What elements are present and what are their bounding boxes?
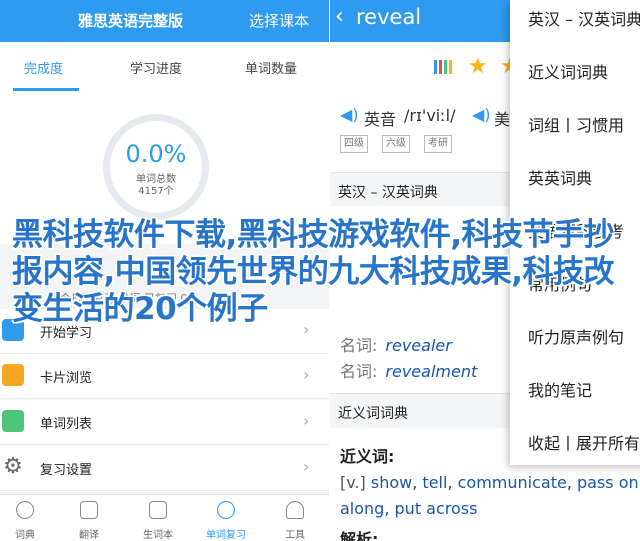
chevron-right-icon: › bbox=[303, 411, 310, 430]
nav-dictionary[interactable]: 词典 bbox=[0, 495, 50, 541]
tab-completion[interactable]: 完成度 bbox=[24, 58, 63, 77]
synonym-line: along, put across bbox=[340, 499, 478, 518]
search-icon bbox=[16, 501, 34, 519]
menu-review-settings[interactable]: ⚙ 复习设置 › bbox=[0, 446, 329, 491]
dropdown-item[interactable]: 英英词典 bbox=[528, 165, 592, 189]
menu-word-list[interactable]: 单词列表 › bbox=[0, 400, 329, 445]
gear-icon: ⚙ bbox=[2, 454, 24, 479]
user-icon bbox=[286, 501, 304, 519]
tab-progress[interactable]: 学习进度 bbox=[130, 58, 182, 77]
nav-label: 词典 bbox=[15, 530, 35, 541]
cards-icon bbox=[2, 364, 24, 386]
nav-label: 单词复习 bbox=[206, 530, 246, 541]
level-tag: 四级 bbox=[340, 135, 368, 153]
frequency-bars-icon[interactable] bbox=[434, 56, 452, 76]
menu-label: 复习设置 bbox=[40, 463, 93, 478]
synonym-word[interactable]: show bbox=[371, 473, 412, 492]
synonym-word[interactable]: communicate bbox=[458, 473, 567, 492]
back-icon[interactable]: ‹ bbox=[335, 4, 344, 29]
overlay-headline: 黑科技软件下载,黑科技游戏软件,科技节手抄报内容,中国领先世界的九大科技成果,科… bbox=[12, 217, 615, 327]
menu-card-browse[interactable]: 卡片浏览 › bbox=[0, 354, 329, 399]
dropdown-item[interactable]: 我的笔记 bbox=[528, 377, 592, 401]
synonym-word[interactable]: pass on bbox=[577, 473, 639, 492]
synonym-line: [v.] show, tell, communicate, pass on, p bbox=[340, 473, 640, 492]
clock-icon bbox=[217, 501, 235, 519]
menu-label: 单词列表 bbox=[40, 417, 93, 432]
notebook-icon bbox=[149, 501, 167, 519]
derivation-row: 名词: revealer bbox=[340, 332, 452, 356]
synonym-label: 近义词: bbox=[340, 447, 395, 466]
stats-tabs: 完成度 学习进度 单词数量 bbox=[0, 42, 329, 94]
dropdown-item[interactable]: 收起丨展开所有 bbox=[528, 430, 640, 454]
tab-word-count[interactable]: 单词数量 bbox=[245, 58, 297, 77]
study-header: 雅思英语完整版 选择课本 bbox=[0, 0, 329, 42]
list-icon bbox=[2, 410, 24, 432]
nav-label: 工具 bbox=[285, 530, 305, 541]
analysis-label: 解析: bbox=[340, 530, 379, 541]
menu-label: 卡片浏览 bbox=[40, 371, 93, 386]
dropdown-item[interactable]: 近义词词典 bbox=[528, 59, 608, 83]
derivation-word[interactable]: revealment bbox=[385, 362, 477, 381]
completion-percent: 0.0% bbox=[125, 140, 187, 168]
synonym-word[interactable]: tell bbox=[422, 473, 447, 492]
translate-icon bbox=[80, 501, 98, 519]
speaker-icon[interactable]: ◀) bbox=[340, 105, 359, 124]
nav-word-review[interactable]: 单词复习 bbox=[201, 495, 251, 541]
star-icon[interactable]: ★ bbox=[468, 54, 488, 79]
chevron-right-icon: › bbox=[303, 457, 310, 476]
derivation-row: 名词: revealment bbox=[340, 358, 477, 382]
synonym-word[interactable]: along bbox=[340, 499, 384, 518]
speaker-icon[interactable]: ◀) bbox=[472, 105, 491, 124]
derivation-word[interactable]: revealer bbox=[385, 336, 451, 355]
section-title: 近义词词典 bbox=[338, 406, 408, 422]
uk-phonetic: /rɪ'viːl/ bbox=[404, 106, 456, 125]
uk-label: 英音 bbox=[364, 110, 397, 129]
derivation-pos: 名词: bbox=[340, 336, 378, 355]
level-tag: 六级 bbox=[382, 135, 410, 153]
synonym-pos: [v.] bbox=[340, 473, 366, 492]
total-words-count: 4157个 bbox=[138, 186, 174, 197]
bottom-nav: 词典 翻译 生词本 单词复习 工具 bbox=[0, 494, 329, 541]
active-tab-indicator bbox=[13, 88, 79, 91]
synonym-word[interactable]: put across bbox=[395, 499, 478, 518]
dropdown-item[interactable]: 英汉 – 汉英词典 bbox=[528, 6, 640, 30]
headword: reveal bbox=[356, 5, 422, 29]
nav-translate[interactable]: 翻译 bbox=[64, 495, 114, 541]
book-title: 雅思英语完整版 bbox=[78, 12, 184, 30]
nav-label: 翻译 bbox=[79, 530, 99, 541]
us-label: 美 bbox=[494, 110, 511, 129]
nav-label: 生词本 bbox=[143, 530, 173, 541]
nav-tools[interactable]: 工具 bbox=[270, 495, 320, 541]
dropdown-item[interactable]: 词组丨习惯用 bbox=[528, 112, 624, 136]
section-title: 英汉 – 汉英词典 bbox=[338, 185, 438, 201]
select-book-button[interactable]: 选择课本 bbox=[249, 10, 309, 31]
level-tag: 考研 bbox=[424, 135, 452, 153]
chevron-right-icon: › bbox=[303, 365, 310, 384]
nav-notebook[interactable]: 生词本 bbox=[133, 495, 183, 541]
derivation-pos: 名词: bbox=[340, 362, 378, 381]
